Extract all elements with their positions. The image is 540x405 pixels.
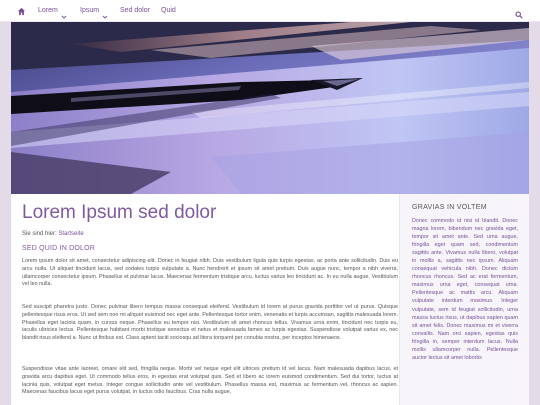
home-icon[interactable]	[15, 5, 27, 17]
nav-item-quid[interactable]: Quid	[161, 0, 176, 22]
sidebar-text: Donec commodo id nisi id blandit. Donec …	[412, 218, 518, 361]
breadcrumb: Sie sind hier: Startseite	[22, 231, 84, 237]
top-navbar: Lorem Ipsum Sed dolor Quid	[0, 0, 540, 22]
nav-item-ipsum[interactable]: Ipsum	[80, 0, 108, 22]
sidebar: GRAVIAS IN VOLTEM Donec commodo id nisi …	[399, 194, 529, 405]
nav-item-sed-dolor[interactable]: Sed dolor	[120, 0, 150, 22]
chevron-down-icon	[61, 8, 67, 19]
paragraph: Lorem ipsum dolor sit amet, consectetur …	[22, 258, 398, 288]
sidebar-title: GRAVIAS IN VOLTEM	[412, 204, 487, 211]
hero-image	[11, 22, 529, 194]
nav-item-label: Sed dolor	[120, 7, 150, 14]
main-area: Lorem Ipsum sed dolor Sie sind hier: Sta…	[11, 194, 529, 405]
nav-item-label: Ipsum	[80, 7, 100, 14]
paragraph: Suspendisse vitae ante laoreet, ornare e…	[22, 366, 398, 396]
chevron-down-icon	[102, 8, 108, 19]
nav-item-lorem[interactable]: Lorem	[38, 0, 67, 22]
nav-item-label: Lorem	[38, 7, 58, 14]
paragraph: Sed suscipit pharetra justo. Donec pulvi…	[22, 304, 398, 342]
breadcrumb-link-home[interactable]: Startseite	[58, 231, 83, 237]
page-title: Lorem Ipsum sed dolor	[22, 202, 217, 223]
nav-item-label: Quid	[161, 7, 176, 14]
search-icon[interactable]	[515, 6, 525, 19]
breadcrumb-prefix: Sie sind hier:	[22, 231, 57, 237]
section-heading: SED QUID IN DOLOR	[22, 245, 96, 252]
